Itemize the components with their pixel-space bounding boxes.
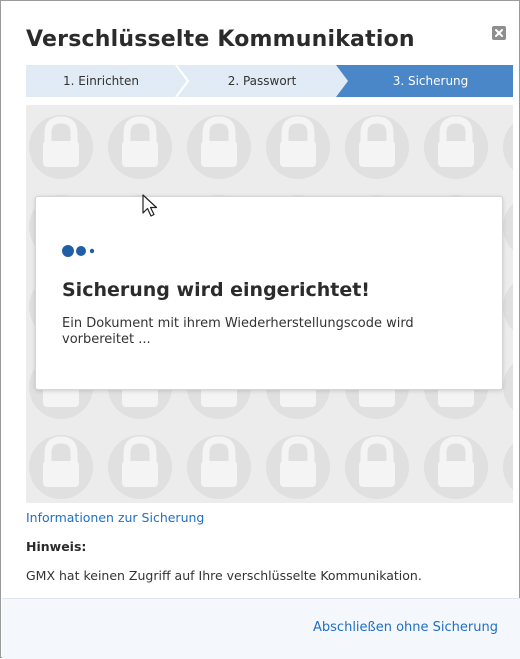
finish-without-backup-link[interactable]: Abschließen ohne Sicherung (313, 620, 498, 635)
card-text: Ein Dokument mit ihrem Wiederherstellung… (62, 316, 414, 347)
step-progress: 1. Einrichten 2. Passwort 3. Sicherung (26, 65, 513, 97)
pattern-row-5 (29, 435, 513, 499)
backup-info-link[interactable]: Informationen zur Sicherung (26, 510, 204, 525)
loading-dots-icon (62, 245, 95, 257)
card-title: Sicherung wird eingerichtet! (62, 279, 370, 301)
dialog-title: Verschlüsselte Kommunikation (26, 27, 415, 52)
mouse-cursor-icon (142, 194, 158, 217)
backup-status-card: Sicherung wird eingerichtet! Ein Dokumen… (35, 196, 503, 390)
step-3-label: 3. Sicherung (392, 74, 469, 88)
note-text: GMX hat keinen Zugriff auf Ihre verschlü… (26, 568, 422, 583)
encryption-dialog: Verschlüsselte Kommunikation 1. Einricht… (0, 0, 520, 659)
step-2-label: 2. Passwort (227, 74, 297, 88)
dialog-footer: Abschließen ohne Sicherung (2, 598, 520, 659)
pattern-row-1 (29, 115, 513, 179)
close-icon[interactable] (491, 25, 507, 41)
step-1-label: 1. Einrichten (63, 74, 139, 88)
note-label: Hinweis: (26, 539, 87, 554)
